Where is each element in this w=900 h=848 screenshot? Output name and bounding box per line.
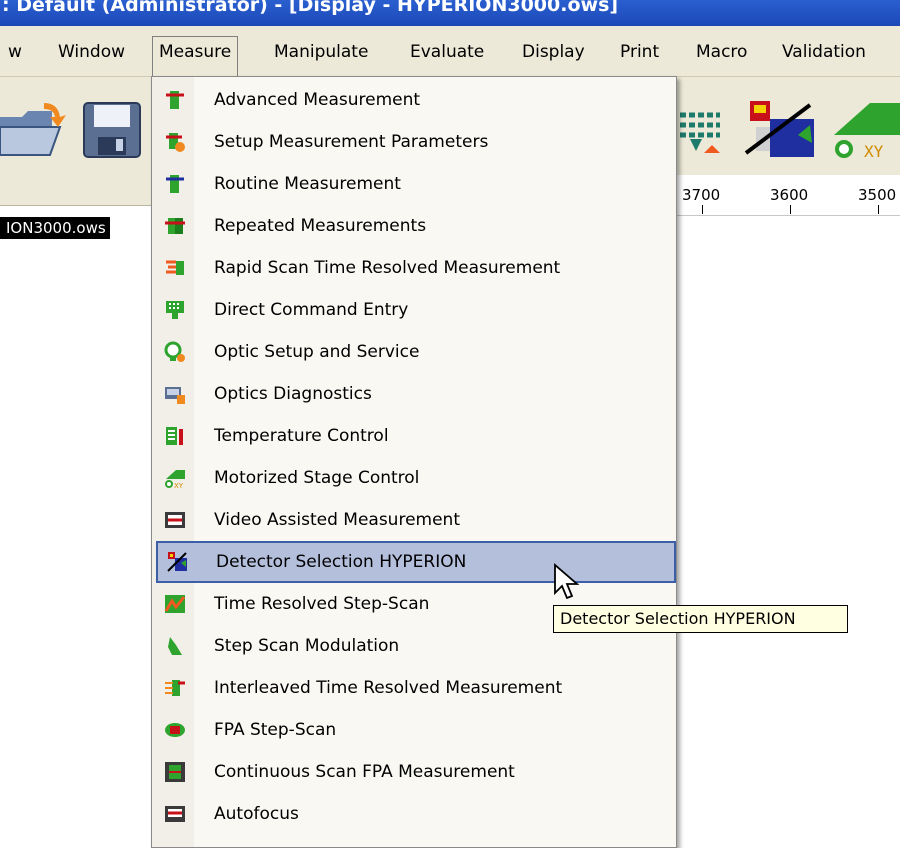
menu-item-continuous-scan-fpa[interactable]: Continuous Scan FPA Measurement xyxy=(152,751,676,793)
optics-diagnostics-icon xyxy=(165,387,185,404)
spectrum-tool-icon[interactable] xyxy=(676,105,726,159)
temperature-control-icon xyxy=(166,427,183,445)
menu-bar: w Window Measure Manipulate Evaluate Dis… xyxy=(0,26,900,78)
menu-print[interactable]: Print xyxy=(614,36,665,68)
ruler-tick-label: 3500 xyxy=(858,186,897,204)
ruler-tick xyxy=(702,205,703,214)
menu-item-setup-measurement-parameters[interactable]: Setup Measurement Parameters xyxy=(152,121,676,163)
repeated-measurements-icon xyxy=(165,218,185,234)
video-measurement-icon xyxy=(165,512,185,528)
menu-item-routine-measurement[interactable]: Routine Measurement xyxy=(152,163,676,205)
menu-item-repeated-measurements[interactable]: Repeated Measurements xyxy=(152,205,676,247)
wavenumber-ruler: 3700 3600 3500 xyxy=(676,175,900,216)
autofocus-icon xyxy=(165,806,185,822)
routine-measurement-icon xyxy=(166,175,184,193)
optic-setup-icon xyxy=(164,341,185,362)
menu-item-motorized-stage-control[interactable]: XY Motorized Stage Control xyxy=(152,457,676,499)
menu-item-direct-command-entry[interactable]: Direct Command Entry xyxy=(152,289,676,331)
mouse-pointer-icon xyxy=(554,563,580,600)
open-folder-icon[interactable] xyxy=(0,99,70,159)
title-bar: : Default (Administrator) - [Display - H… xyxy=(0,0,900,26)
menu-item-detector-selection[interactable]: Detector Selection HYPERION xyxy=(156,541,676,583)
window-title: : Default (Administrator) - [Display - H… xyxy=(2,0,619,16)
ruler-tick-label: 3600 xyxy=(770,186,809,204)
advanced-measurement-icon xyxy=(166,91,184,109)
step-scan-modulation-icon xyxy=(168,637,182,655)
ruler-tick xyxy=(878,205,879,214)
menu-item-optics-diagnostics[interactable]: Optics Diagnostics xyxy=(152,373,676,415)
menu-item-advanced-measurement[interactable]: Advanced Measurement xyxy=(152,79,676,121)
setup-parameters-icon xyxy=(166,133,185,152)
menu-item-optic-setup[interactable]: Optic Setup and Service xyxy=(152,331,676,373)
file-tab[interactable]: ION3000.ows xyxy=(0,217,110,239)
rapid-scan-icon xyxy=(166,260,184,275)
menu-view[interactable]: w xyxy=(2,36,28,68)
menu-evaluate[interactable]: Evaluate xyxy=(404,36,490,68)
menu-display[interactable]: Display xyxy=(516,36,591,68)
measure-menu: Advanced Measurement Setup Measurement P… xyxy=(151,76,677,848)
tooltip: Detector Selection HYPERION xyxy=(553,605,848,633)
svg-text:XY: XY xyxy=(864,142,884,161)
stage-xy-icon[interactable]: XY xyxy=(830,95,900,161)
time-resolved-step-scan-icon xyxy=(164,595,186,613)
menu-validation[interactable]: Validation xyxy=(776,36,872,68)
ruler-tick xyxy=(790,205,791,214)
motorized-stage-icon: XY xyxy=(165,470,185,489)
menu-window[interactable]: Window xyxy=(52,36,131,68)
fpa-step-scan-icon xyxy=(165,723,185,737)
menu-item-video-assisted-measurement[interactable]: Video Assisted Measurement xyxy=(152,499,676,541)
document-panel xyxy=(0,206,152,837)
panel-header xyxy=(0,175,152,206)
menu-item-autofocus[interactable]: Autofocus xyxy=(152,793,676,835)
svg-text:XY: XY xyxy=(174,482,184,489)
menu-item-rapid-scan[interactable]: Rapid Scan Time Resolved Measurement xyxy=(152,247,676,289)
save-disk-icon[interactable] xyxy=(82,101,144,159)
continuous-scan-fpa-icon xyxy=(165,762,185,782)
command-entry-icon xyxy=(166,301,184,319)
menu-item-interleaved-measurement[interactable]: Interleaved Time Resolved Measurement xyxy=(152,667,676,709)
detector-selection-icon xyxy=(167,552,187,572)
menu-macro[interactable]: Macro xyxy=(690,36,753,68)
menu-item-temperature-control[interactable]: Temperature Control xyxy=(152,415,676,457)
menu-item-fpa-step-scan[interactable]: FPA Step-Scan xyxy=(152,709,676,751)
menu-manipulate[interactable]: Manipulate xyxy=(268,36,374,68)
interleaved-measurement-icon xyxy=(165,680,185,696)
detector-toolbar-icon[interactable] xyxy=(740,99,816,159)
menu-measure[interactable]: Measure xyxy=(152,36,239,78)
ruler-tick-label: 3700 xyxy=(682,186,721,204)
